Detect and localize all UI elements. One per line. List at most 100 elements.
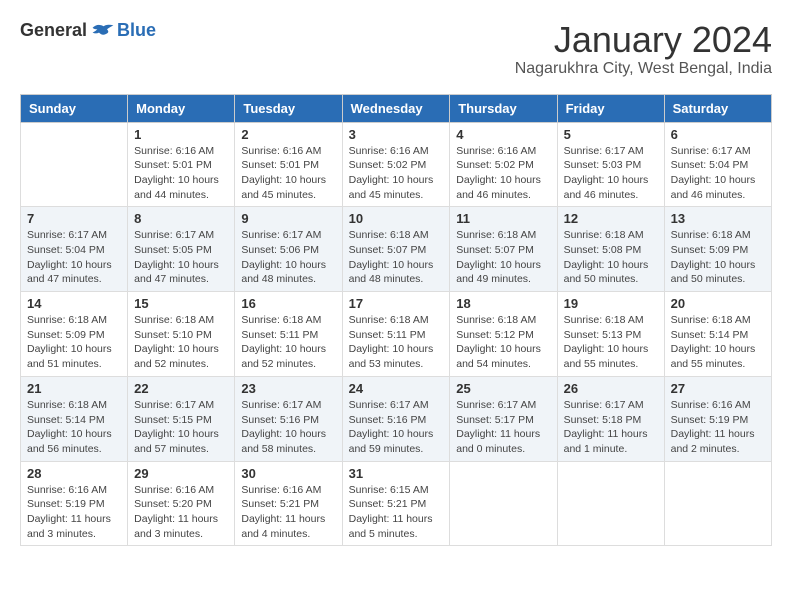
calendar-cell: 7 Sunrise: 6:17 AM Sunset: 5:04 PM Daylig… xyxy=(21,207,128,292)
calendar-cell xyxy=(557,461,664,546)
calendar-cell: 13 Sunrise: 6:18 AM Sunset: 5:09 PM Dayli… xyxy=(664,207,771,292)
calendar-cell: 16Sunrise: 6:18 AM Sunset: 5:11 PM Dayli… xyxy=(235,292,342,377)
calendar-cell: 25 Sunrise: 6:17 AM Sunset: 5:17 PM Dayli… xyxy=(450,376,557,461)
logo-blue-text: Blue xyxy=(117,20,156,41)
logo-general-text: General xyxy=(20,20,87,41)
day-number: 11 xyxy=(456,211,550,226)
day-info: Sunrise: 6:18 AM Sunset: 5:08 PM Dayligh… xyxy=(564,228,658,287)
calendar-cell: 5Sunrise: 6:17 AM Sunset: 5:03 PM Daylig… xyxy=(557,122,664,207)
day-info: Sunrise: 6:18 AM Sunset: 5:13 PM Dayligh… xyxy=(564,313,658,372)
calendar-cell: 20 Sunrise: 6:18 AM Sunset: 5:14 PM Dayli… xyxy=(664,292,771,377)
day-number: 25 xyxy=(456,381,550,396)
calendar-cell xyxy=(450,461,557,546)
day-info: Sunrise: 6:18 AM Sunset: 5:11 PM Dayligh… xyxy=(349,313,444,372)
calendar-cell: 30 Sunrise: 6:16 AM Sunset: 5:21 PM Dayli… xyxy=(235,461,342,546)
day-number: 13 xyxy=(671,211,765,226)
day-info: Sunrise: 6:17 AM Sunset: 5:04 PM Dayligh… xyxy=(671,144,765,203)
calendar-cell: 3 Sunrise: 6:16 AM Sunset: 5:02 PM Daylig… xyxy=(342,122,450,207)
calendar-header-monday: Monday xyxy=(128,94,235,122)
day-number: 15 xyxy=(134,296,228,311)
calendar-cell: 9 Sunrise: 6:17 AM Sunset: 5:06 PM Daylig… xyxy=(235,207,342,292)
day-info: Sunrise: 6:18 AM Sunset: 5:14 PM Dayligh… xyxy=(27,398,121,457)
day-number: 17 xyxy=(349,296,444,311)
day-number: 1 xyxy=(134,127,228,142)
day-info: Sunrise: 6:17 AM Sunset: 5:05 PM Dayligh… xyxy=(134,228,228,287)
calendar-cell: 31 Sunrise: 6:15 AM Sunset: 5:21 PM Dayli… xyxy=(342,461,450,546)
title-section: January 2024 Nagarukhra City, West Benga… xyxy=(515,20,772,78)
calendar-header-thursday: Thursday xyxy=(450,94,557,122)
calendar-cell: 27Sunrise: 6:16 AM Sunset: 5:19 PM Dayli… xyxy=(664,376,771,461)
day-info: Sunrise: 6:18 AM Sunset: 5:12 PM Dayligh… xyxy=(456,313,550,372)
calendar-cell: 12 Sunrise: 6:18 AM Sunset: 5:08 PM Dayli… xyxy=(557,207,664,292)
day-info: Sunrise: 6:18 AM Sunset: 5:07 PM Dayligh… xyxy=(456,228,550,287)
day-number: 3 xyxy=(349,127,444,142)
calendar-cell: 21 Sunrise: 6:18 AM Sunset: 5:14 PM Dayli… xyxy=(21,376,128,461)
calendar-cell: 11 Sunrise: 6:18 AM Sunset: 5:07 PM Dayli… xyxy=(450,207,557,292)
day-number: 18 xyxy=(456,296,550,311)
day-info: Sunrise: 6:17 AM Sunset: 5:16 PM Dayligh… xyxy=(349,398,444,457)
day-info: Sunrise: 6:15 AM Sunset: 5:21 PM Dayligh… xyxy=(349,483,444,542)
day-number: 21 xyxy=(27,381,121,396)
day-info: Sunrise: 6:18 AM Sunset: 5:09 PM Dayligh… xyxy=(27,313,121,372)
day-info: Sunrise: 6:16 AM Sunset: 5:01 PM Dayligh… xyxy=(134,144,228,203)
day-number: 24 xyxy=(349,381,444,396)
calendar-row-week-4: 21 Sunrise: 6:18 AM Sunset: 5:14 PM Dayli… xyxy=(21,376,772,461)
logo-bird-icon xyxy=(91,21,115,41)
calendar-cell: 8 Sunrise: 6:17 AM Sunset: 5:05 PM Daylig… xyxy=(128,207,235,292)
calendar-cell xyxy=(664,461,771,546)
calendar-cell xyxy=(21,122,128,207)
calendar-row-week-3: 14 Sunrise: 6:18 AM Sunset: 5:09 PM Dayli… xyxy=(21,292,772,377)
day-info: Sunrise: 6:18 AM Sunset: 5:14 PM Dayligh… xyxy=(671,313,765,372)
day-info: Sunrise: 6:18 AM Sunset: 5:11 PM Dayligh… xyxy=(241,313,335,372)
calendar-cell: 18 Sunrise: 6:18 AM Sunset: 5:12 PM Dayli… xyxy=(450,292,557,377)
day-number: 7 xyxy=(27,211,121,226)
day-number: 31 xyxy=(349,466,444,481)
day-number: 2 xyxy=(241,127,335,142)
calendar-cell: 28 Sunrise: 6:16 AM Sunset: 5:19 PM Dayli… xyxy=(21,461,128,546)
calendar-cell: 10Sunrise: 6:18 AM Sunset: 5:07 PM Dayli… xyxy=(342,207,450,292)
day-number: 20 xyxy=(671,296,765,311)
day-number: 14 xyxy=(27,296,121,311)
calendar-cell: 6 Sunrise: 6:17 AM Sunset: 5:04 PM Daylig… xyxy=(664,122,771,207)
calendar-cell: 22 Sunrise: 6:17 AM Sunset: 5:15 PM Dayli… xyxy=(128,376,235,461)
day-info: Sunrise: 6:16 AM Sunset: 5:02 PM Dayligh… xyxy=(456,144,550,203)
day-info: Sunrise: 6:17 AM Sunset: 5:04 PM Dayligh… xyxy=(27,228,121,287)
calendar-header-saturday: Saturday xyxy=(664,94,771,122)
calendar-row-week-1: 1 Sunrise: 6:16 AM Sunset: 5:01 PM Daylig… xyxy=(21,122,772,207)
calendar-cell: 2 Sunrise: 6:16 AM Sunset: 5:01 PM Daylig… xyxy=(235,122,342,207)
day-info: Sunrise: 6:18 AM Sunset: 5:09 PM Dayligh… xyxy=(671,228,765,287)
day-number: 23 xyxy=(241,381,335,396)
calendar-cell: 26 Sunrise: 6:17 AM Sunset: 5:18 PM Dayli… xyxy=(557,376,664,461)
calendar-table: SundayMondayTuesdayWednesdayThursdayFrid… xyxy=(20,94,772,547)
day-number: 6 xyxy=(671,127,765,142)
day-info: Sunrise: 6:17 AM Sunset: 5:15 PM Dayligh… xyxy=(134,398,228,457)
day-number: 4 xyxy=(456,127,550,142)
calendar-cell: 19Sunrise: 6:18 AM Sunset: 5:13 PM Dayli… xyxy=(557,292,664,377)
logo: General Blue xyxy=(20,20,156,41)
day-number: 30 xyxy=(241,466,335,481)
day-number: 27 xyxy=(671,381,765,396)
day-info: Sunrise: 6:16 AM Sunset: 5:02 PM Dayligh… xyxy=(349,144,444,203)
calendar-cell: 17 Sunrise: 6:18 AM Sunset: 5:11 PM Dayli… xyxy=(342,292,450,377)
day-info: Sunrise: 6:17 AM Sunset: 5:17 PM Dayligh… xyxy=(456,398,550,457)
calendar-cell: 14 Sunrise: 6:18 AM Sunset: 5:09 PM Dayli… xyxy=(21,292,128,377)
calendar-header-row: SundayMondayTuesdayWednesdayThursdayFrid… xyxy=(21,94,772,122)
location-title: Nagarukhra City, West Bengal, India xyxy=(515,60,772,78)
day-info: Sunrise: 6:16 AM Sunset: 5:19 PM Dayligh… xyxy=(27,483,121,542)
calendar-cell: 4 Sunrise: 6:16 AM Sunset: 5:02 PM Daylig… xyxy=(450,122,557,207)
day-info: Sunrise: 6:16 AM Sunset: 5:01 PM Dayligh… xyxy=(241,144,335,203)
day-number: 12 xyxy=(564,211,658,226)
day-number: 9 xyxy=(241,211,335,226)
day-number: 28 xyxy=(27,466,121,481)
day-info: Sunrise: 6:16 AM Sunset: 5:21 PM Dayligh… xyxy=(241,483,335,542)
page-header: General Blue January 2024 Nagarukhra Cit… xyxy=(20,20,772,78)
calendar-row-week-2: 7 Sunrise: 6:17 AM Sunset: 5:04 PM Daylig… xyxy=(21,207,772,292)
calendar-header-wednesday: Wednesday xyxy=(342,94,450,122)
day-number: 22 xyxy=(134,381,228,396)
calendar-cell: 23Sunrise: 6:17 AM Sunset: 5:16 PM Dayli… xyxy=(235,376,342,461)
calendar-header-tuesday: Tuesday xyxy=(235,94,342,122)
day-info: Sunrise: 6:17 AM Sunset: 5:18 PM Dayligh… xyxy=(564,398,658,457)
day-number: 26 xyxy=(564,381,658,396)
day-number: 8 xyxy=(134,211,228,226)
day-info: Sunrise: 6:17 AM Sunset: 5:06 PM Dayligh… xyxy=(241,228,335,287)
